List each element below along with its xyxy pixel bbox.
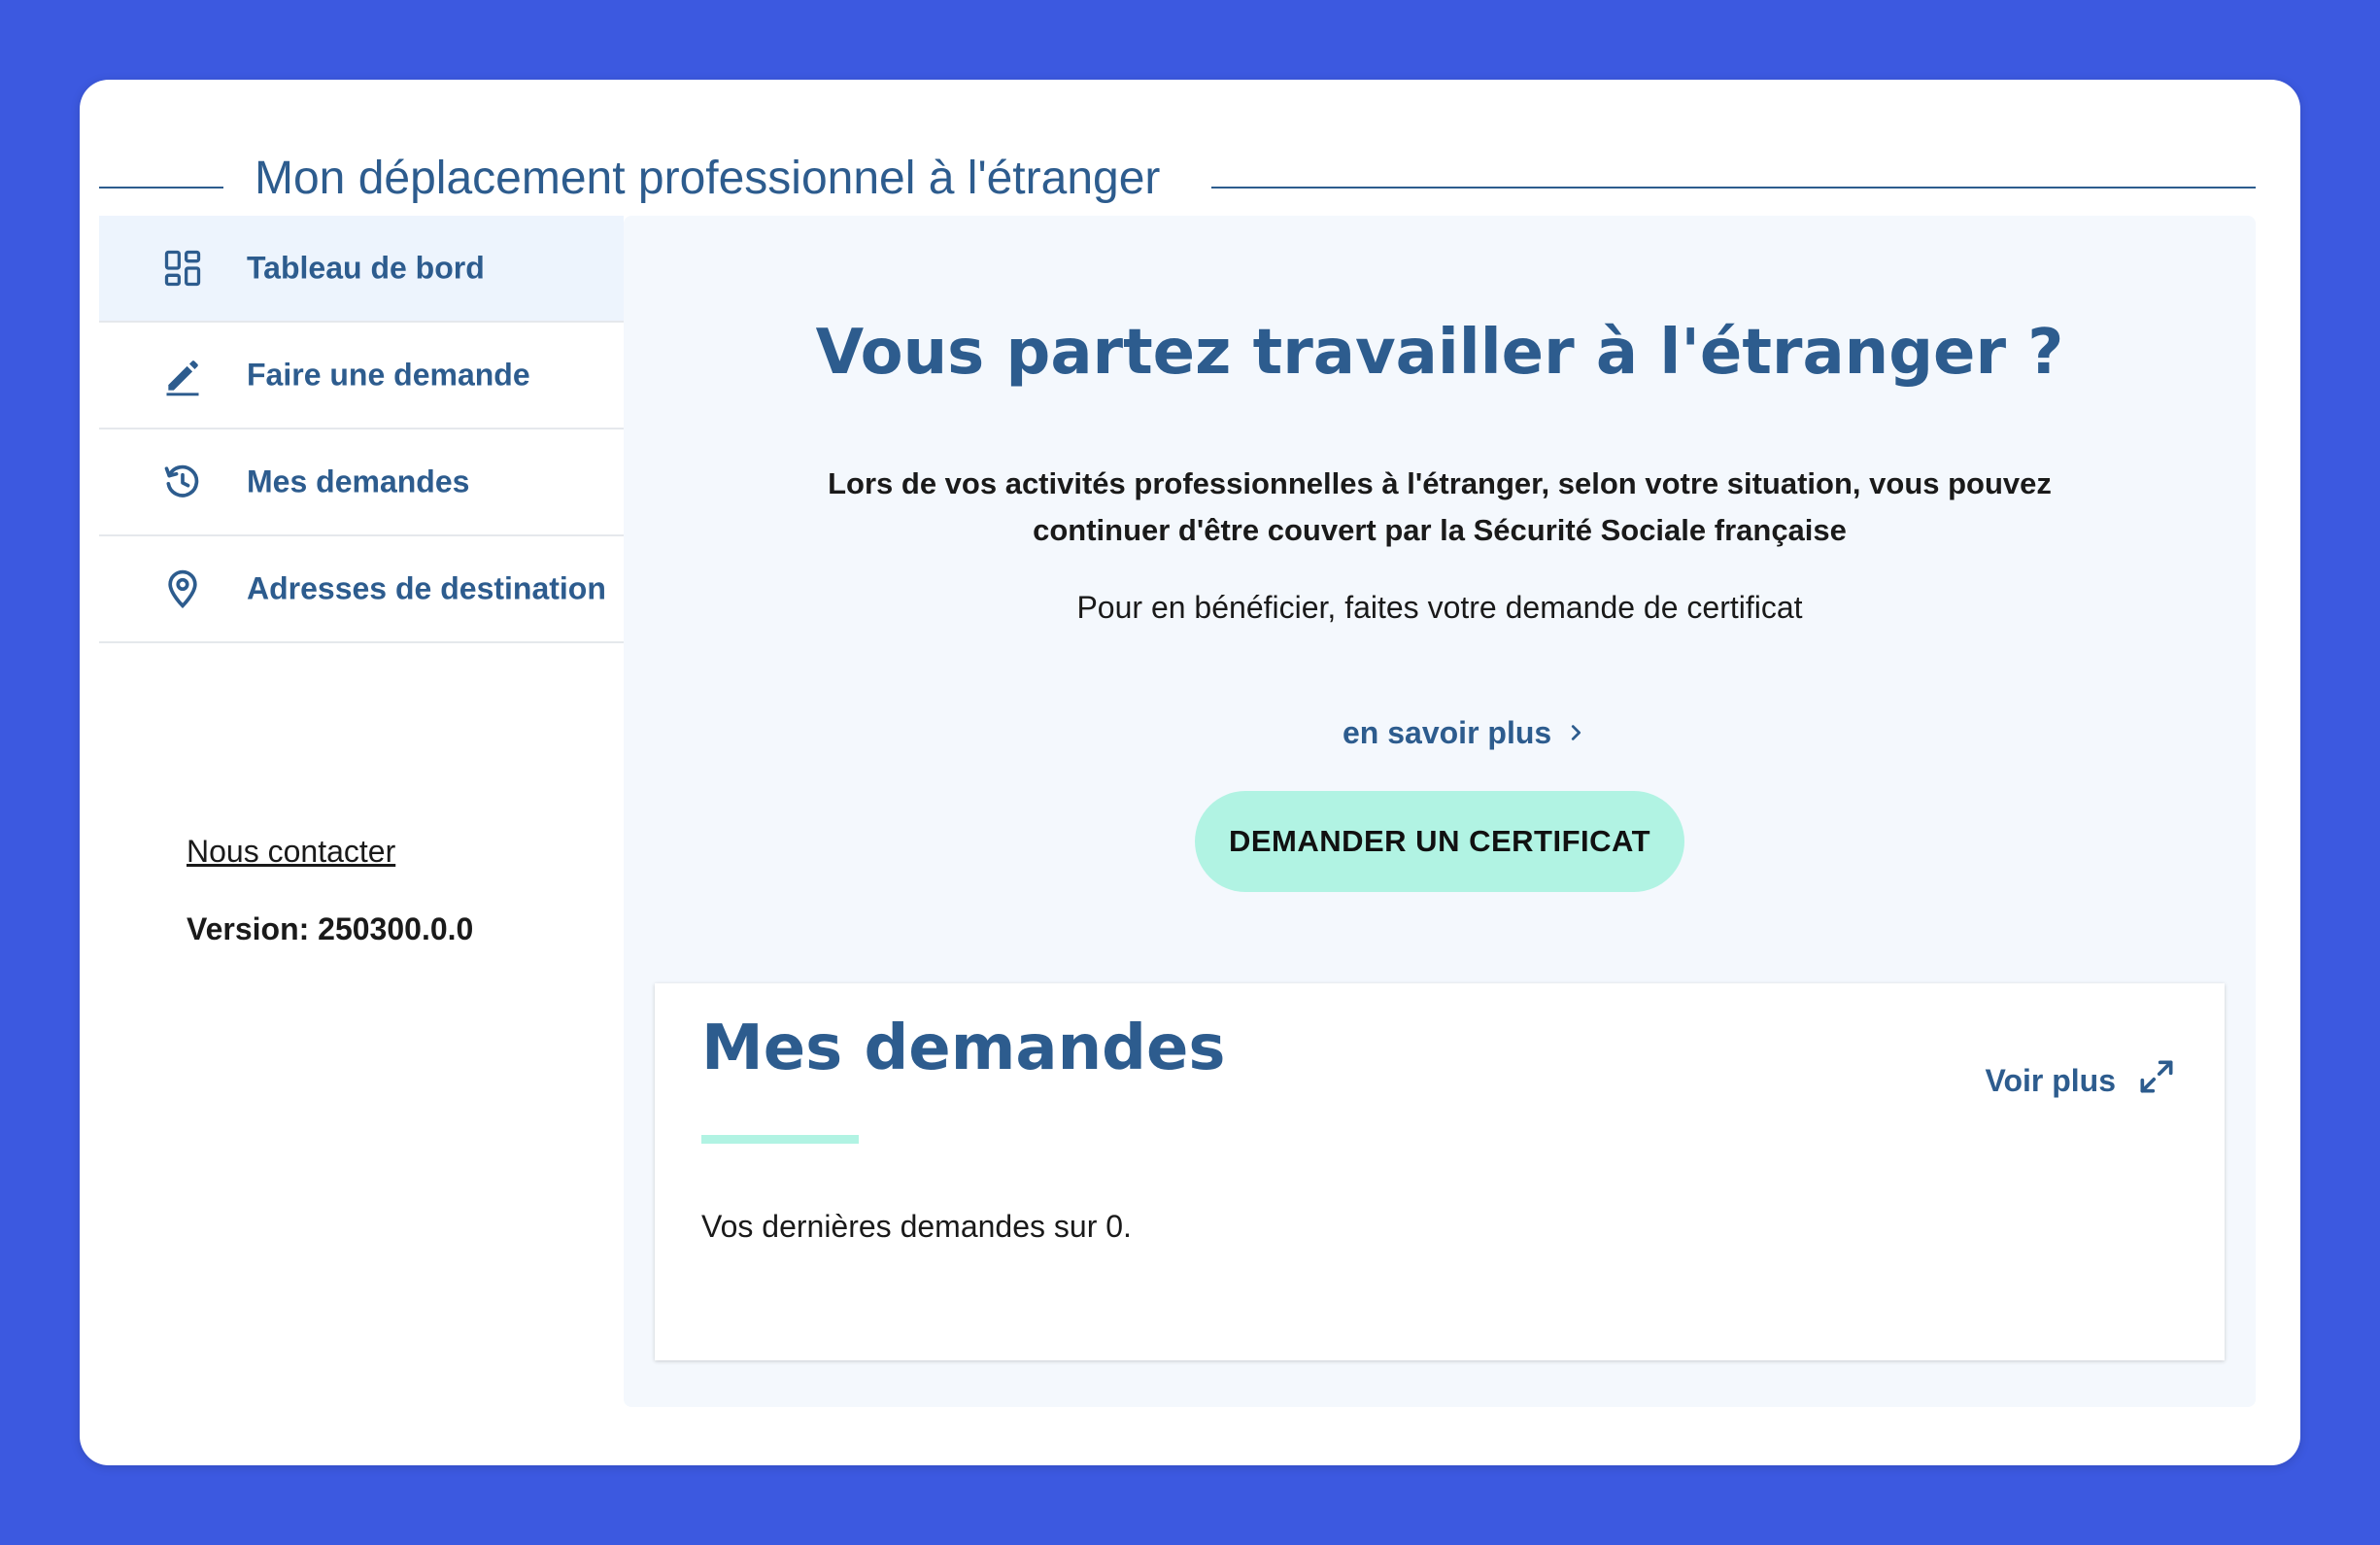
learn-more-link[interactable]: en savoir plus xyxy=(1343,715,1581,751)
dashboard-icon xyxy=(161,247,204,290)
pencil-icon xyxy=(161,354,204,396)
app-header: Mon déplacement professionnel à l'étrang… xyxy=(99,119,2256,204)
hero-title: Vous partez travailler à l'étranger ? xyxy=(815,317,2064,389)
request-certificate-button[interactable]: DEMANDER UN CERTIFICAT xyxy=(1195,791,1684,892)
see-more-link[interactable]: Voir plus xyxy=(1985,1055,2178,1106)
learn-more-label: en savoir plus xyxy=(1343,715,1552,750)
sidebar-item-my-requests[interactable]: Mes demandes xyxy=(99,429,624,536)
see-more-label: Voir plus xyxy=(1985,1062,2116,1098)
hero-subtitle: Lors de vos activités professionnelles à… xyxy=(828,466,2052,547)
version-label: Version: 250300.0.0 xyxy=(187,911,474,946)
location-pin-icon xyxy=(161,567,204,610)
requests-empty-text: Vos dernières demandes sur 0. xyxy=(701,1209,1132,1244)
requests-title: Mes demandes xyxy=(701,1013,1226,1084)
sidebar-item-destinations[interactable]: Adresses de destination xyxy=(99,536,624,643)
history-icon xyxy=(161,461,204,503)
sidebar-item-label: Adresses de destination xyxy=(247,570,606,606)
requests-card: Mes demandes Voir plus Vos dernières dem… xyxy=(655,983,2225,1360)
app-card: Mon déplacement professionnel à l'étrang… xyxy=(80,80,2300,1465)
title-divider-right xyxy=(1211,187,2256,189)
main-panel: Vous partez travailler à l'étranger ? Lo… xyxy=(624,216,2256,1407)
title-divider-left xyxy=(99,187,223,189)
sidebar: Tableau de bord Faire une demande Mes de… xyxy=(99,216,624,1407)
sidebar-item-label: Tableau de bord xyxy=(247,250,485,286)
sidebar-item-label: Mes demandes xyxy=(247,464,470,499)
sidebar-item-label: Faire une demande xyxy=(247,357,530,393)
requests-title-underline xyxy=(701,1135,859,1144)
expand-icon xyxy=(2135,1055,2178,1106)
sidebar-item-new-request[interactable]: Faire une demande xyxy=(99,323,624,429)
sidebar-item-dashboard[interactable]: Tableau de bord xyxy=(99,216,624,323)
hero-cta-text: Pour en bénéficier, faites votre demande… xyxy=(1076,590,1803,625)
app-title: Mon déplacement professionnel à l'étrang… xyxy=(255,153,1161,204)
contact-link[interactable]: Nous contacter xyxy=(187,834,395,870)
chevron-right-icon xyxy=(1565,715,1586,751)
